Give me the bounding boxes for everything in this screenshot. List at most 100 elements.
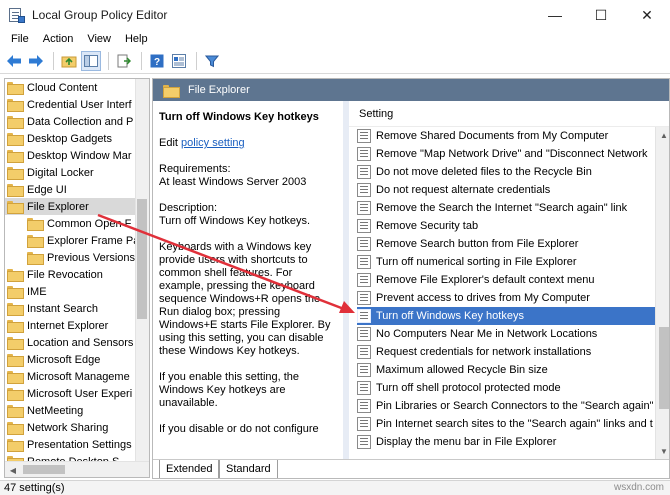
tree-item-label: Network Sharing: [27, 421, 109, 434]
setting-label: Remove File Explorer's default context m…: [376, 274, 595, 286]
setting-row[interactable]: Remove File Explorer's default context m…: [357, 271, 655, 289]
tree-item[interactable]: Network Sharing: [5, 419, 135, 436]
tree-horizontal-scroll-thumb[interactable]: [23, 465, 65, 474]
setting-row[interactable]: Do not move deleted files to the Recycle…: [357, 163, 655, 181]
tab-standard[interactable]: Standard: [219, 460, 278, 478]
toolbar-separator: [108, 51, 109, 70]
menu-help[interactable]: Help: [118, 33, 155, 45]
folder-icon: [7, 150, 24, 163]
status-text: 47 setting(s): [4, 482, 65, 494]
setting-row[interactable]: Turn off numerical sorting in File Explo…: [357, 253, 655, 271]
scroll-left-icon[interactable]: ◀: [6, 463, 20, 477]
maximize-button[interactable]: ☐: [578, 0, 624, 30]
properties-icon[interactable]: [169, 51, 189, 71]
tree-item[interactable]: Previous Versions: [25, 249, 135, 266]
description-label: Description:: [159, 202, 218, 214]
setting-row[interactable]: Pin Internet search sites to the "Search…: [357, 415, 655, 433]
tree-item[interactable]: Presentation Settings: [5, 436, 135, 453]
setting-row[interactable]: Request credentials for network installa…: [357, 343, 655, 361]
tree-scrollbar[interactable]: [135, 79, 149, 461]
tree-item[interactable]: Credential User Interf: [5, 96, 135, 113]
scroll-down-icon[interactable]: ▼: [657, 444, 669, 458]
tree-item[interactable]: Explorer Frame Pa: [25, 232, 139, 249]
tree-item[interactable]: Common Open F: [25, 215, 135, 232]
tree-item[interactable]: File Revocation: [5, 266, 135, 283]
policy-setting-icon: [357, 381, 371, 395]
category-title: File Explorer: [188, 84, 250, 96]
show-hide-tree-icon[interactable]: [81, 50, 101, 71]
details-body: Turn off Windows Key hotkeys Edit policy…: [153, 101, 669, 459]
help-icon[interactable]: ?: [147, 51, 167, 71]
setting-row[interactable]: Display the menu bar in File Explorer: [357, 433, 655, 451]
tree-item-label: IME: [27, 285, 47, 298]
setting-row[interactable]: Do not request alternate credentials: [357, 181, 655, 199]
tree-scroll-thumb[interactable]: [137, 199, 147, 319]
tree-item[interactable]: Internet Explorer: [5, 317, 135, 334]
menu-action[interactable]: Action: [36, 33, 81, 45]
export-list-icon[interactable]: [114, 51, 134, 71]
folder-icon: [7, 303, 24, 316]
setting-label: Prevent access to drives from My Compute…: [376, 292, 590, 304]
policy-setting-icon: [357, 291, 371, 305]
folder-icon: [7, 286, 24, 299]
filter-icon[interactable]: [202, 51, 222, 71]
minimize-button[interactable]: —: [532, 0, 578, 30]
back-icon[interactable]: [4, 51, 24, 71]
tab-extended[interactable]: Extended: [159, 460, 220, 478]
setting-label: Pin Internet search sites to the "Search…: [376, 418, 653, 430]
policy-setting-icon: [357, 237, 371, 251]
close-button[interactable]: ✕: [624, 0, 670, 30]
edit-line: Edit policy setting: [159, 137, 337, 150]
tree-item[interactable]: Edge UI: [5, 181, 135, 198]
up-folder-icon[interactable]: [59, 51, 79, 71]
setting-row[interactable]: Remove the Search the Internet "Search a…: [357, 199, 655, 217]
description-paragraph-3: If you disable or do not configure: [159, 423, 319, 435]
setting-column-header[interactable]: Setting: [349, 101, 669, 127]
description-paragraph-2: If you enable this setting, the Windows …: [159, 371, 300, 409]
policy-setting-icon: [357, 435, 371, 449]
tree-item[interactable]: Desktop Gadgets: [5, 130, 135, 147]
tree-item[interactable]: Microsoft User Experi: [5, 385, 135, 402]
tree-item[interactable]: Desktop Window Mar: [5, 147, 135, 164]
menu-view[interactable]: View: [80, 33, 118, 45]
toolbar-separator: [196, 51, 197, 70]
tree-item[interactable]: IME: [5, 283, 135, 300]
setting-row[interactable]: Maximum allowed Recycle Bin size: [357, 361, 655, 379]
tree-item[interactable]: Digital Locker: [5, 164, 135, 181]
tree-item[interactable]: Microsoft Edge: [5, 351, 135, 368]
toolbar-separator: [141, 51, 142, 70]
setting-row[interactable]: Pin Libraries or Search Connectors to th…: [357, 397, 655, 415]
setting-row[interactable]: Remove Security tab: [357, 217, 655, 235]
folder-icon: [7, 371, 24, 384]
menu-file[interactable]: File: [4, 33, 36, 45]
tree-item[interactable]: Cloud Content: [5, 79, 135, 96]
policy-setting-link[interactable]: policy setting: [181, 137, 245, 149]
description: Description: Turn off Windows Key hotkey…: [159, 202, 337, 228]
tree-item[interactable]: File Explorer: [5, 198, 135, 215]
setting-row[interactable]: No Computers Near Me in Network Location…: [357, 325, 655, 343]
setting-row[interactable]: Prevent access to drives from My Compute…: [357, 289, 655, 307]
setting-row[interactable]: Remove Search button from File Explorer: [357, 235, 655, 253]
folder-icon: [7, 116, 24, 129]
setting-row[interactable]: Turn off shell protocol protected mode: [357, 379, 655, 397]
settings-list-scrollbar[interactable]: ▲ ▼: [655, 127, 669, 459]
setting-row[interactable]: Remove "Map Network Drive" and "Disconne…: [357, 145, 655, 163]
tree-item[interactable]: NetMeeting: [5, 402, 135, 419]
setting-label: Turn off numerical sorting in File Explo…: [376, 256, 577, 268]
tree-horizontal-scrollbar[interactable]: ◀: [5, 461, 149, 477]
folder-icon: [7, 320, 24, 333]
scroll-up-icon[interactable]: ▲: [657, 128, 669, 142]
tree-item-label: Common Open F: [47, 217, 132, 230]
tree-item-label: File Explorer: [27, 200, 89, 213]
policy-setting-icon: [357, 399, 371, 413]
setting-row[interactable]: Remove Shared Documents from My Computer: [357, 127, 655, 145]
settings-list-scroll-thumb[interactable]: [659, 327, 669, 409]
tree-item[interactable]: Data Collection and P: [5, 113, 135, 130]
svg-text:?: ?: [154, 57, 160, 68]
setting-row[interactable]: Turn off Windows Key hotkeys: [357, 307, 655, 325]
tree-item[interactable]: Location and Sensors: [5, 334, 135, 351]
forward-icon[interactable]: [26, 51, 46, 71]
tree-item[interactable]: Microsoft Manageme: [5, 368, 135, 385]
policy-setting-icon: [357, 255, 371, 269]
tree-item[interactable]: Instant Search: [5, 300, 135, 317]
